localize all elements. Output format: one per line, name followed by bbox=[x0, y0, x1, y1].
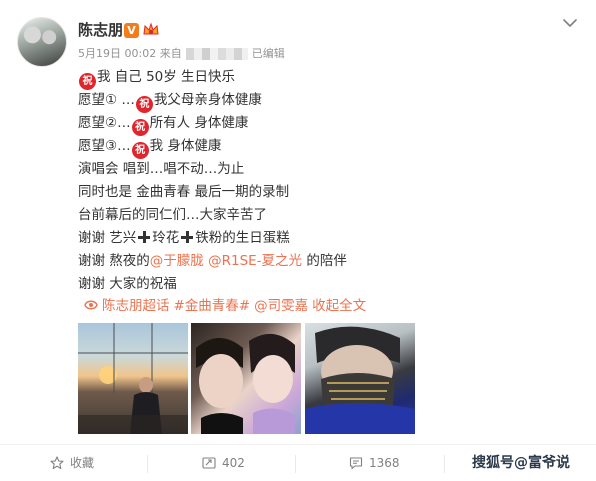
post-text-line: 愿望① … 祝我父母亲身体健康 bbox=[78, 89, 558, 113]
repost-count: 402 bbox=[222, 456, 245, 470]
star-icon bbox=[50, 456, 64, 470]
post-text-line: 愿望②… 祝所有人 身体健康 bbox=[78, 112, 558, 136]
zhu-emoji-icon: 祝 bbox=[131, 142, 149, 159]
user-mention-link[interactable]: @于朦胧 bbox=[150, 253, 204, 269]
plus-emoji-icon bbox=[138, 231, 151, 243]
post-text-segment: 铁粉的生日蛋糕 bbox=[195, 230, 290, 246]
post-text: 祝我 自己 50岁 生日快乐 愿望① … 祝我父母亲身体健康 愿望②… 祝所有人 身体健… bbox=[78, 66, 558, 296]
post-text-line: 演唱会 唱到…唱不动…为止 bbox=[78, 158, 558, 181]
post-text-line: 谢谢 熬夜的@于朦胧 @R1SE-夏之光 的陪伴 bbox=[78, 250, 558, 273]
post-text-segment: 愿望① … bbox=[78, 92, 135, 108]
verified-badge-icon[interactable]: V bbox=[124, 23, 139, 38]
post-text-segment: 玲花 bbox=[152, 230, 180, 246]
post-text-segment: 谢谢 大家的祝福 bbox=[78, 276, 177, 292]
author-avatar[interactable] bbox=[17, 17, 67, 67]
user-mention-link[interactable]: @R1SE-夏之光 bbox=[208, 253, 302, 269]
plus-emoji-icon bbox=[181, 231, 194, 243]
divider bbox=[444, 455, 445, 473]
post-text-segment: 愿望③… bbox=[78, 138, 131, 154]
post-text-segment: 的陪伴 bbox=[302, 253, 347, 269]
post-text-segment: 我 身体健康 bbox=[149, 138, 222, 154]
favorite-label: 收藏 bbox=[70, 456, 95, 470]
post-date[interactable]: 5月19日 00:02 来自 bbox=[78, 47, 182, 60]
weibo-post-card: 陈志朋 V 5月19日 00:02 来自 已编辑 祝我 自己 50岁 生日快乐 愿望… bbox=[0, 0, 596, 481]
post-text-line: 祝我 自己 50岁 生日快乐 bbox=[78, 66, 558, 90]
post-text-segment: 谢谢 艺兴 bbox=[78, 230, 137, 246]
repost-button[interactable]: 402 bbox=[202, 445, 245, 481]
topic-mention[interactable]: @司雯嘉 bbox=[254, 298, 308, 314]
post-text-line: 愿望③… 祝我 身体健康 bbox=[78, 135, 558, 159]
photo-thumbnail[interactable] bbox=[305, 323, 415, 434]
post-text-segment: 所有人 身体健康 bbox=[149, 115, 249, 131]
post-text-segment: 愿望②… bbox=[78, 115, 131, 131]
post-text-line: 同时也是 金曲青春 最后一期的录制 bbox=[78, 181, 558, 204]
comment-icon bbox=[349, 457, 363, 470]
photo-thumbnail[interactable] bbox=[78, 323, 188, 434]
vip-crown-icon[interactable] bbox=[142, 21, 160, 39]
divider bbox=[147, 455, 148, 473]
author-name[interactable]: 陈志朋 bbox=[78, 20, 123, 40]
zhu-emoji-icon: 祝 bbox=[131, 119, 149, 136]
post-text-segment: 台前幕后的同仁们…大家辛苦了 bbox=[78, 207, 267, 223]
post-text-segment: 我父母亲身体健康 bbox=[153, 92, 262, 108]
divider bbox=[295, 455, 296, 473]
repost-icon bbox=[202, 457, 216, 469]
photo-thumbnail[interactable] bbox=[191, 323, 301, 434]
topic-hashtag[interactable]: #金曲青春# bbox=[174, 298, 251, 314]
post-text-segment: 我 自己 50岁 生日快乐 bbox=[97, 69, 236, 85]
super-topic-icon bbox=[84, 300, 98, 310]
post-text-segment: 同时也是 金曲青春 最后一期的录制 bbox=[78, 184, 290, 200]
comment-button[interactable]: 1368 bbox=[349, 445, 400, 481]
comment-count: 1368 bbox=[369, 456, 400, 470]
zhu-emoji-icon: 祝 bbox=[79, 73, 96, 90]
post-text-line: 谢谢 大家的祝福 bbox=[78, 273, 558, 296]
topic-line: 陈志朋超话 #金曲青春# @司雯嘉 收起全文 bbox=[84, 296, 370, 316]
post-meta: 5月19日 00:02 来自 已编辑 bbox=[78, 46, 285, 62]
post-text-segment: 谢谢 熬夜的 bbox=[78, 253, 150, 269]
topic-supertopic[interactable]: 陈志朋超话 bbox=[102, 298, 170, 314]
favorite-button[interactable]: 收藏 bbox=[50, 445, 94, 481]
post-text-segment: 演唱会 唱到…唱不动…为止 bbox=[78, 161, 245, 177]
watermark: 搜狐号@富爷说 bbox=[472, 455, 570, 471]
post-text-line: 台前幕后的同仁们…大家辛苦了 bbox=[78, 204, 558, 227]
edited-label[interactable]: 已编辑 bbox=[252, 47, 285, 60]
post-text-line: 谢谢 艺兴 玲花 铁粉的生日蛋糕 bbox=[78, 227, 558, 250]
collapse-text-link[interactable]: 收起全文 bbox=[312, 298, 366, 314]
chevron-down-icon[interactable] bbox=[561, 14, 579, 32]
censored-source bbox=[185, 48, 248, 60]
zhu-emoji-icon: 祝 bbox=[135, 96, 153, 113]
